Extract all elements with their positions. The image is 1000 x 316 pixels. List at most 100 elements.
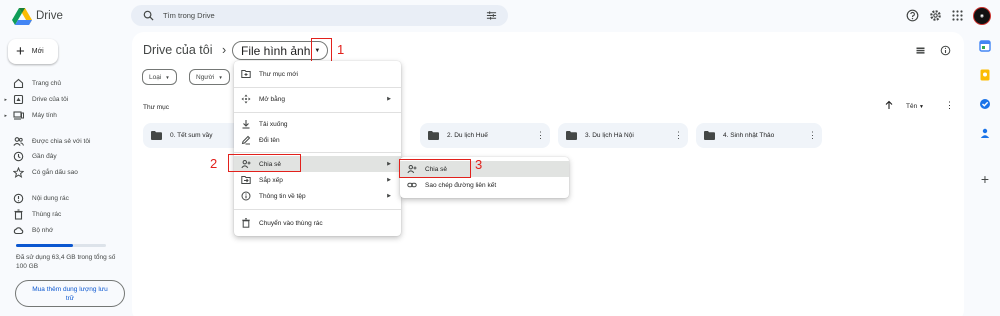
buy-storage-button[interactable]: Mua thêm dung lượng lưu trữ <box>15 280 125 307</box>
settings-gear-icon[interactable] <box>929 9 942 22</box>
sidebar-item-trash[interactable]: Thùng rác <box>0 208 125 221</box>
open-with-icon <box>241 94 251 104</box>
tasks-icon[interactable] <box>979 98 991 110</box>
filter-chip-label: Loại <box>149 73 162 81</box>
expand-arrow-icon[interactable]: ▸ <box>0 97 9 103</box>
sidebar-item-home[interactable]: Trang chủ <box>0 77 125 90</box>
storage-progress-bar <box>16 244 106 247</box>
annotation-box-2 <box>228 154 301 172</box>
folder-icon <box>704 131 715 140</box>
apps-grid-icon[interactable] <box>951 9 964 22</box>
details-info-icon[interactable] <box>940 45 951 56</box>
new-button[interactable]: + Mới <box>8 39 58 64</box>
sidebar-item-computers[interactable]: ▸ Máy tính <box>0 109 125 122</box>
menu-item-move-to-trash[interactable]: Chuyển vào thùng rác <box>234 215 401 231</box>
help-icon[interactable] <box>906 9 919 22</box>
menu-item-label: Sắp xếp <box>259 176 283 184</box>
trash-icon <box>13 209 24 220</box>
submenu-item-copy-link[interactable]: Sao chép đường liên kết <box>400 177 569 193</box>
caret-down-icon: ▼ <box>919 104 924 110</box>
list-view-icon[interactable] <box>915 45 926 56</box>
plus-icon: + <box>16 43 25 60</box>
sidebar-item-label: Nội dung rác <box>32 195 69 202</box>
sidebar-item-starred[interactable]: Có gắn dấu sao <box>0 166 125 179</box>
sort-direction-arrow-icon[interactable] <box>884 100 894 110</box>
menu-item-label: Thư mục mới <box>259 70 298 78</box>
folder-card[interactable]: 2. Du lịch Huế ⋮ <box>420 123 550 148</box>
expand-arrow-icon[interactable]: ▸ <box>0 113 9 119</box>
keep-icon[interactable] <box>979 69 991 81</box>
annotation-number-3: 3 <box>475 157 483 172</box>
submenu-arrow-icon: ▶ <box>387 193 391 199</box>
annotation-number-1: 1 <box>337 42 345 57</box>
menu-item-new-folder[interactable]: Thư mục mới <box>234 66 401 82</box>
folder-more-icon[interactable]: ⋮ <box>536 130 545 141</box>
sidebar-item-storage[interactable]: Bộ nhớ <box>0 224 125 237</box>
sort-by-label: Tên <box>906 103 918 110</box>
breadcrumb-my-drive[interactable]: Drive của tôi <box>143 43 212 57</box>
search-icon[interactable] <box>143 10 154 21</box>
annotation-box-1 <box>311 38 332 62</box>
menu-item-label: Tải xuống <box>259 120 288 128</box>
folder-card[interactable]: 3. Du lịch Hà Nội ⋮ <box>558 123 688 148</box>
spam-icon <box>13 193 24 204</box>
computer-icon <box>13 110 24 121</box>
folder-name: 3. Du lịch Hà Nội <box>585 132 634 139</box>
sidebar-item-label: Máy tính <box>32 112 57 119</box>
drive-logo-icon[interactable] <box>12 8 32 25</box>
submenu-arrow-icon: ▶ <box>387 161 391 167</box>
section-title-folders: Thư mục <box>143 104 170 111</box>
sidebar-item-my-drive[interactable]: ▸ Drive của tôi <box>0 93 125 106</box>
more-options-icon[interactable]: ⋮ <box>945 100 954 110</box>
search-input[interactable]: Tìm trong Drive <box>163 11 215 20</box>
storage-usage-text: Đã sử dụng 63,4 GB trong tổng số 100 GB <box>16 254 116 270</box>
folder-more-icon[interactable]: ⋮ <box>808 130 817 141</box>
folder-context-menu: Thư mục mới Mở bằng ▶ Tải xuống Đổi tên … <box>234 61 401 236</box>
search-options-icon[interactable] <box>486 10 497 21</box>
sort-by-dropdown[interactable]: Tên ▼ <box>906 103 924 110</box>
folder-icon <box>566 131 577 140</box>
filter-chip-label: Người <box>196 73 215 81</box>
sidebar-item-label: Gần đây <box>32 153 57 160</box>
folder-more-icon[interactable]: ⋮ <box>674 130 683 141</box>
rename-pencil-icon <box>241 135 251 145</box>
app-name: Drive <box>36 10 63 22</box>
menu-divider <box>234 209 401 210</box>
menu-item-open-with[interactable]: Mở bằng ▶ <box>234 91 401 107</box>
menu-item-label: Đổi tên <box>259 136 280 144</box>
home-icon <box>13 78 24 89</box>
search-bar[interactable]: Tìm trong Drive <box>131 5 508 26</box>
info-icon <box>241 191 251 201</box>
add-addon-plus-icon[interactable]: + <box>979 172 991 186</box>
chevron-down-icon: ▼ <box>165 74 170 80</box>
menu-divider <box>234 112 401 113</box>
filter-type-chip[interactable]: Loại ▼ <box>142 69 177 85</box>
menu-item-rename[interactable]: Đổi tên <box>234 132 401 148</box>
folder-name: 4. Sinh nhật Thảo <box>723 132 775 139</box>
account-avatar[interactable]: ◉ <box>973 7 991 25</box>
annotation-number-2: 2 <box>210 156 218 171</box>
sidebar-item-shared-with-me[interactable]: Được chia sẻ với tôi <box>0 135 125 148</box>
menu-item-label: Mở bằng <box>259 95 285 103</box>
folder-card[interactable]: 4. Sinh nhật Thảo ⋮ <box>696 123 822 148</box>
sidebar-item-spam[interactable]: Nội dung rác <box>0 192 125 205</box>
menu-item-file-info[interactable]: Thông tin về tệp ▶ <box>234 188 401 204</box>
calendar-icon[interactable] <box>979 40 991 52</box>
filter-people-chip[interactable]: Người ▼ <box>189 69 230 85</box>
download-icon <box>241 119 251 129</box>
menu-item-organize[interactable]: Sắp xếp ▶ <box>234 172 401 188</box>
folder-icon <box>151 131 162 140</box>
chevron-down-icon: ▼ <box>218 74 223 80</box>
sidebar-item-label: Bộ nhớ <box>32 227 54 234</box>
sidebar-item-label: Được chia sẻ với tôi <box>32 138 91 145</box>
sidebar-item-label: Drive của tôi <box>32 96 69 103</box>
folder-name: 2. Du lịch Huế <box>447 132 488 139</box>
sidebar-item-recent[interactable]: Gần đây <box>0 150 125 163</box>
clock-icon <box>13 151 24 162</box>
folder-icon <box>428 131 439 140</box>
sidebar-item-label: Thùng rác <box>32 211 62 218</box>
breadcrumb-current-label: File hình ảnh <box>241 43 311 58</box>
contacts-icon[interactable] <box>979 127 991 139</box>
new-button-label: Mới <box>31 48 44 55</box>
menu-item-download[interactable]: Tải xuống <box>234 116 401 132</box>
